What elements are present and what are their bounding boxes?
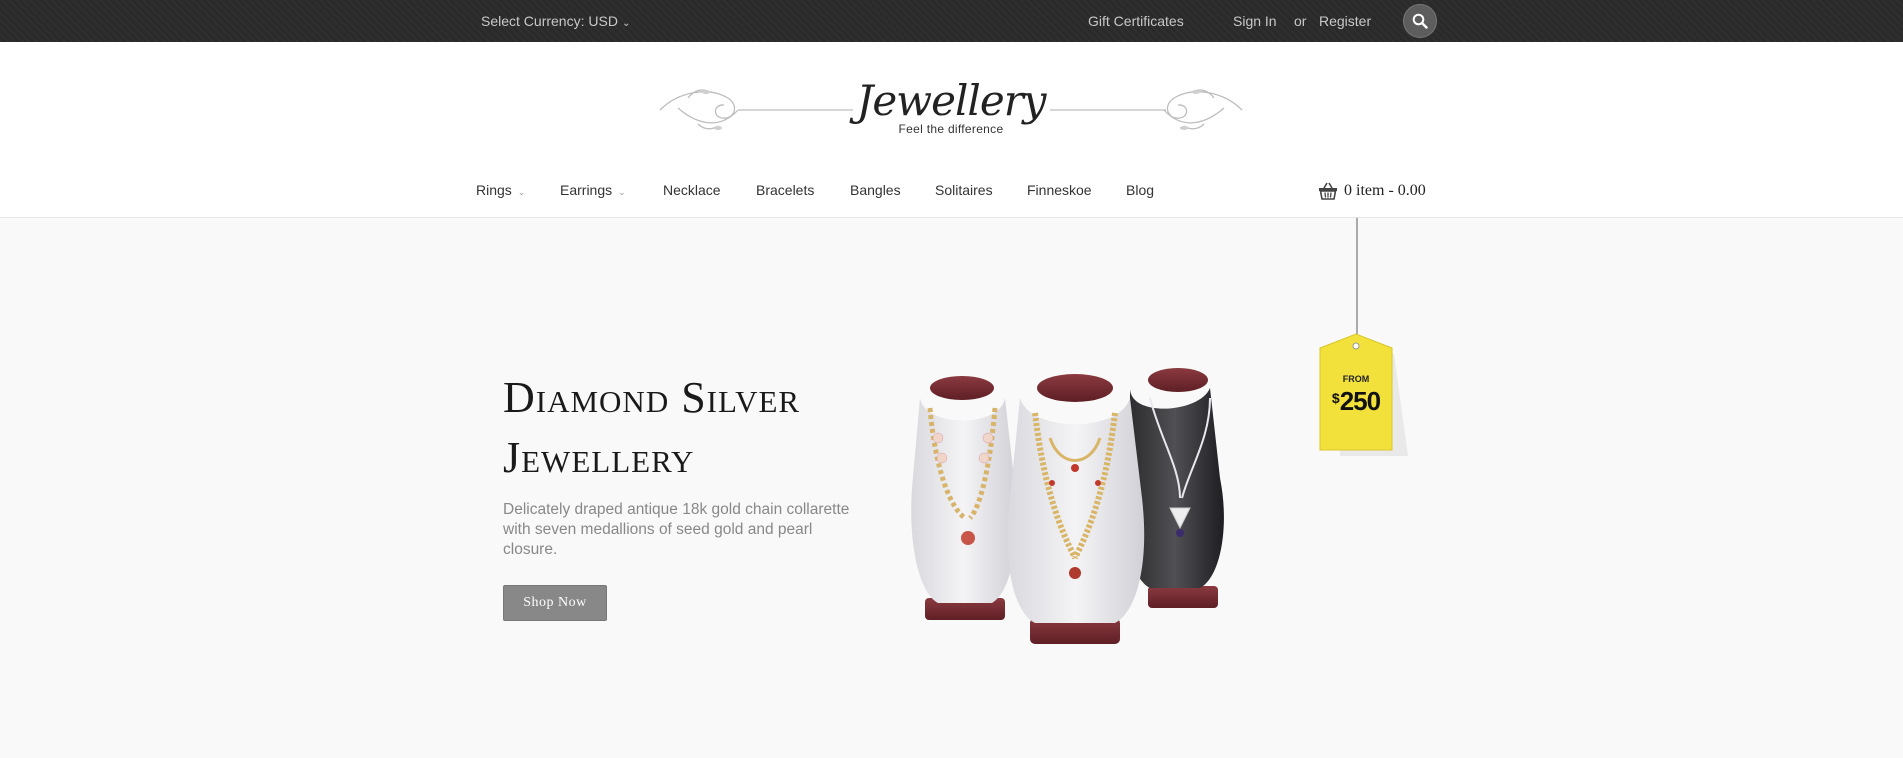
site-logo[interactable]: Jewellery Feel the difference: [658, 72, 1244, 142]
price-tag-string: [1356, 218, 1358, 348]
cart-link[interactable]: 0 item - 0.00: [1318, 182, 1426, 200]
gift-certificates-link[interactable]: Gift Certificates: [1088, 0, 1184, 42]
logo-title: Jewellery: [856, 76, 1046, 125]
price-currency: $: [1331, 390, 1340, 406]
nav-item-label: Earrings: [560, 182, 613, 198]
hero-title-line1: Diamond Silver: [503, 373, 801, 422]
nav-item-necklace[interactable]: Necklace: [663, 182, 721, 198]
nav-item-blog[interactable]: Blog: [1126, 182, 1154, 198]
left-bust: [911, 376, 1017, 620]
currency-label: Select Currency: USD: [481, 13, 618, 29]
nav-item-bracelets[interactable]: Bracelets: [756, 182, 814, 198]
hero-banner: Diamond Silver Jewellery Delicately drap…: [0, 218, 1903, 758]
register-link[interactable]: Register: [1319, 0, 1371, 42]
nav-item-earrings[interactable]: Earrings ⌄: [560, 182, 626, 198]
hero-description: Delicately draped antique 18k gold chain…: [503, 501, 850, 558]
hero-title-line2: Jewellery: [503, 433, 695, 482]
basket-icon: [1319, 182, 1337, 200]
price-tag-value: $250: [1316, 386, 1396, 417]
chevron-down-icon: ⌄: [517, 187, 526, 197]
chevron-down-icon: ⌄: [621, 18, 631, 29]
sign-in-link[interactable]: Sign In: [1233, 0, 1277, 42]
search-button[interactable]: [1403, 4, 1437, 38]
or-separator: or: [1294, 13, 1307, 29]
nav-item-rings[interactable]: Rings ⌄: [476, 182, 525, 198]
price-tag-from: FROM: [1342, 374, 1370, 384]
center-bust: [1007, 374, 1145, 644]
nav-item-finneskoe[interactable]: Finneskoe: [1027, 182, 1092, 198]
shop-now-button[interactable]: Shop Now: [503, 585, 607, 621]
cart-summary: 0 item - 0.00: [1344, 182, 1426, 199]
necklace-display-image: [911, 368, 1224, 644]
logo-tagline: Feel the difference: [898, 122, 1004, 136]
nav-item-solitaires[interactable]: Solitaires: [935, 182, 993, 198]
currency-selector[interactable]: Select Currency: USD ⌄: [481, 0, 630, 42]
nav-item-label: Rings: [476, 182, 512, 198]
search-icon: [1412, 13, 1428, 29]
top-bar: Select Currency: USD ⌄ Gift Certificates …: [0, 0, 1903, 42]
hero-title: Diamond Silver Jewellery: [503, 368, 883, 488]
chevron-down-icon: ⌄: [618, 187, 626, 197]
nav-item-bangles[interactable]: Bangles: [850, 182, 901, 198]
price-amount: 250: [1339, 386, 1381, 416]
main-nav: Rings ⌄ Earrings ⌄ Necklace Bracelets Bang…: [0, 172, 1903, 218]
